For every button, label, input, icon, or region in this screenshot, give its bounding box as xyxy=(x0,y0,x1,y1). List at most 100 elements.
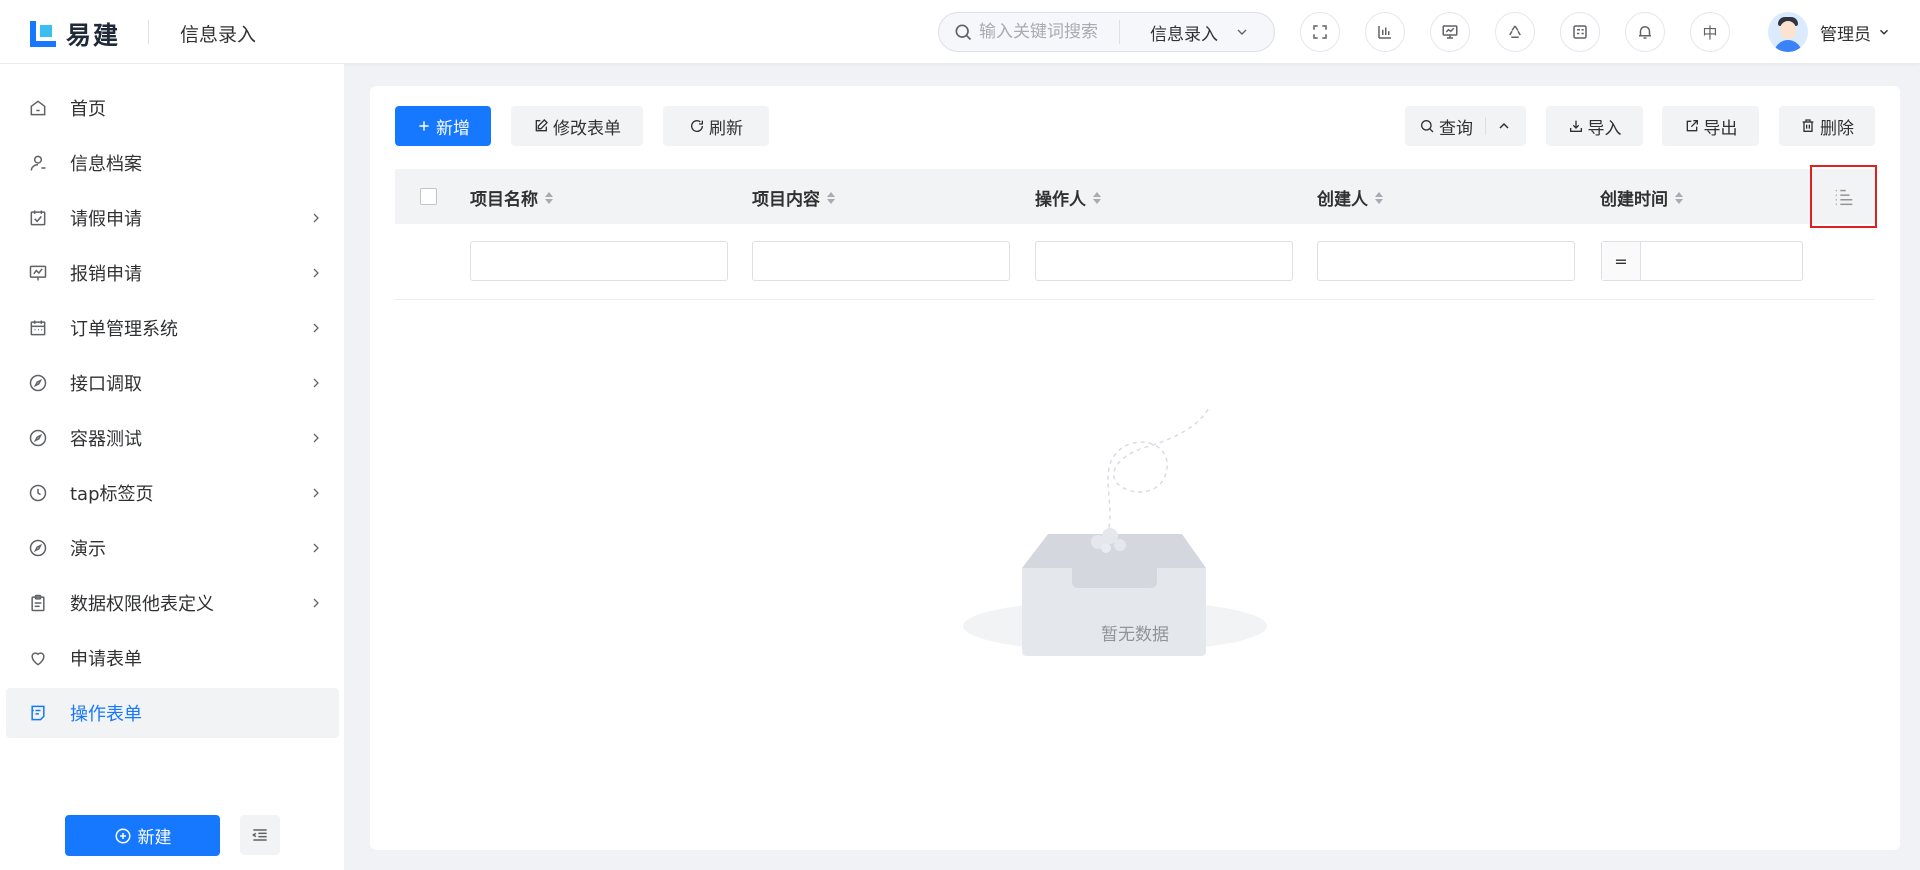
sidebar-item-label: 申请表单 xyxy=(70,649,142,670)
user-name[interactable]: 管理员 xyxy=(1820,20,1871,45)
column-header-label: 创建人 xyxy=(1317,190,1368,210)
sidebar-item-data-permission[interactable]: 数据权限他表定义 xyxy=(6,578,339,628)
add-button[interactable]: 新增 xyxy=(395,106,491,146)
column-header-label: 项目内容 xyxy=(752,190,820,210)
query-button-label: 查询 xyxy=(1439,118,1473,139)
chevron-right-icon xyxy=(313,268,319,278)
sort-icon[interactable] xyxy=(827,191,835,204)
sidebar-new-button[interactable]: 新建 xyxy=(65,815,220,856)
chart-button[interactable] xyxy=(1365,12,1405,52)
sort-icon[interactable] xyxy=(1675,191,1683,204)
app-logo[interactable]: 易建 xyxy=(30,16,120,52)
chevron-down-icon[interactable] xyxy=(1877,25,1891,39)
edit-icon xyxy=(535,119,548,132)
menu-fold-icon xyxy=(251,829,267,841)
notification-button[interactable] xyxy=(1625,12,1665,52)
sidebar-item-profile[interactable]: 信息档案 xyxy=(6,138,339,188)
sidebar-item-operation-form[interactable]: 操作表单 xyxy=(6,688,339,738)
top-header: 易建 信息录入 信息录入 中 管理员 xyxy=(0,0,1920,64)
column-header-project-content[interactable]: 项目内容 xyxy=(752,185,835,210)
plus-icon xyxy=(419,121,429,131)
content-card: 新增 修改表单 刷新 查询 导入 导出 删除 项目名称 项目内容 操作人 创建人… xyxy=(370,86,1900,850)
user-icon xyxy=(30,155,46,171)
sidebar-item-home[interactable]: 首页 xyxy=(6,83,339,133)
filter-project-content-input[interactable] xyxy=(752,241,1010,281)
calculator-icon xyxy=(1573,25,1587,39)
chart-board-icon xyxy=(29,265,47,281)
add-button-label: 新增 xyxy=(436,118,470,139)
sort-icon[interactable] xyxy=(1093,191,1101,204)
chevron-right-icon xyxy=(313,323,319,333)
export-button-label: 导出 xyxy=(1703,118,1738,139)
column-header-creator[interactable]: 创建人 xyxy=(1317,185,1383,210)
recycle-button[interactable] xyxy=(1495,12,1535,52)
search-divider xyxy=(1119,20,1120,44)
sidebar-item-label: 操作表单 xyxy=(70,704,142,725)
sidebar-item-label: 容器测试 xyxy=(70,429,142,450)
chevron-right-icon xyxy=(313,213,319,223)
sort-icon[interactable] xyxy=(545,191,553,204)
trash-icon xyxy=(1802,119,1814,132)
user-menu[interactable]: 管理员 xyxy=(1768,12,1891,52)
empty-state-text: 暂无数据 xyxy=(1101,625,1169,645)
search-icon xyxy=(1421,120,1434,133)
search-scope-select[interactable]: 信息录入 xyxy=(1150,20,1218,45)
sidebar-item-orders[interactable]: 订单管理系统 xyxy=(6,303,339,353)
logo-text: 易建 xyxy=(66,21,121,50)
monitor-button[interactable] xyxy=(1430,12,1470,52)
column-header-label: 项目名称 xyxy=(470,190,538,210)
export-button[interactable]: 导出 xyxy=(1662,106,1759,146)
column-header-created-time[interactable]: 创建时间 xyxy=(1600,185,1683,210)
refresh-icon xyxy=(691,120,704,132)
sidebar-item-label: 数据权限他表定义 xyxy=(70,594,214,615)
query-button[interactable]: 查询 xyxy=(1405,106,1526,146)
sidebar-item-leave[interactable]: 请假申请 xyxy=(6,193,339,243)
filter-operator-input[interactable] xyxy=(1035,241,1293,281)
import-button[interactable]: 导入 xyxy=(1546,106,1643,146)
column-settings-button[interactable] xyxy=(1810,165,1877,228)
chevron-up-icon[interactable] xyxy=(1496,118,1512,134)
sidebar-item-reimburse[interactable]: 报销申请 xyxy=(6,248,339,298)
filter-creator-input[interactable] xyxy=(1317,241,1575,281)
chevron-right-icon xyxy=(313,433,319,443)
sidebar-item-label: 请假申请 xyxy=(70,209,142,230)
edit-form-button-label: 修改表单 xyxy=(553,118,621,139)
sidebar-collapse-button[interactable] xyxy=(240,815,280,855)
sidebar-item-demo[interactable]: 演示 xyxy=(6,523,339,573)
column-header-project-name[interactable]: 项目名称 xyxy=(470,185,553,210)
chevron-down-icon[interactable] xyxy=(1234,24,1250,40)
calculator-button[interactable] xyxy=(1560,12,1600,52)
search-input[interactable] xyxy=(979,22,1115,42)
recycle-icon xyxy=(1509,25,1521,38)
sidebar: 首页 信息档案 请假申请 报销申请 订单管理系统 接口调取 容器测试 tap标签… xyxy=(0,64,344,870)
avatar[interactable] xyxy=(1768,12,1808,52)
sidebar-item-container[interactable]: 容器测试 xyxy=(6,413,339,463)
plus-circle-icon xyxy=(115,828,130,843)
language-label: 中 xyxy=(1702,23,1718,42)
edit-form-button[interactable]: 修改表单 xyxy=(511,106,643,146)
bar-chart-icon xyxy=(1378,26,1391,39)
clock-icon xyxy=(29,484,47,502)
sidebar-item-tabs[interactable]: tap标签页 xyxy=(6,468,339,518)
fullscreen-button[interactable] xyxy=(1300,12,1340,52)
new-button-label: 新建 xyxy=(137,828,172,848)
select-all-checkbox[interactable] xyxy=(420,188,437,205)
sidebar-item-api[interactable]: 接口调取 xyxy=(6,358,339,408)
filter-project-name-input[interactable] xyxy=(470,241,728,281)
filter-operator-select[interactable]: = xyxy=(1602,242,1641,280)
sidebar-item-label: tap标签页 xyxy=(70,484,154,505)
column-header-operator[interactable]: 操作人 xyxy=(1035,185,1101,210)
compass-icon xyxy=(29,539,47,557)
sidebar-item-application-form[interactable]: 申请表单 xyxy=(6,633,339,683)
refresh-button[interactable]: 刷新 xyxy=(663,106,769,146)
chevron-right-icon xyxy=(313,598,319,608)
filter-created-time-field[interactable]: = xyxy=(1601,241,1803,281)
logo-mark-icon xyxy=(30,21,56,47)
sort-icon[interactable] xyxy=(1375,191,1383,204)
delete-button[interactable]: 删除 xyxy=(1779,106,1875,146)
bell-icon xyxy=(1639,26,1651,39)
compass-icon xyxy=(29,429,47,447)
language-button[interactable]: 中 xyxy=(1690,12,1730,52)
page-title: 信息录入 xyxy=(180,24,257,46)
global-search: 信息录入 xyxy=(938,12,1275,52)
